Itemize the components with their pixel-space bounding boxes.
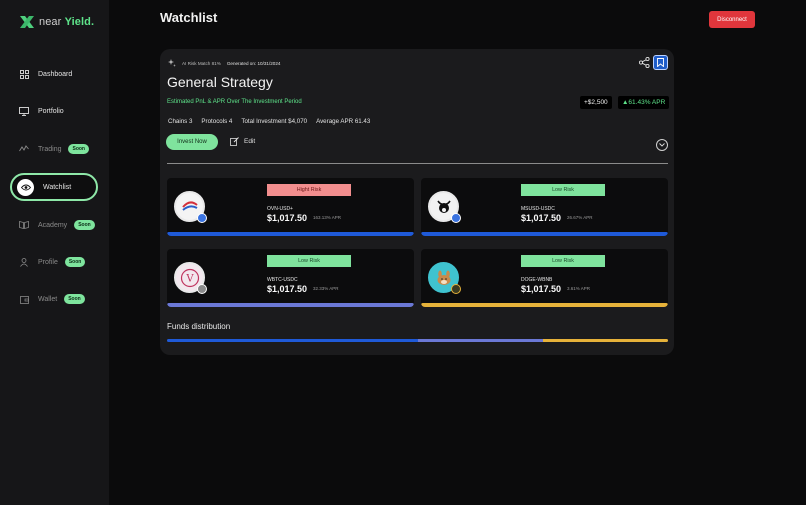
chains-stat: Chains 3: [168, 118, 193, 125]
soon-badge: Soon: [64, 257, 86, 267]
edit-label: Edit: [244, 138, 256, 145]
soon-badge: Soon: [64, 294, 85, 304]
pool-amount: $1,017.50: [521, 284, 562, 294]
funds-distribution-bar: [167, 339, 668, 342]
pool-allocation-bar: [421, 232, 668, 236]
chain-badge-icon: [451, 213, 461, 223]
strategy-stats: Chains 3 Protocols 4 Total Investment $4…: [168, 118, 370, 125]
funds-segment: [167, 339, 418, 342]
chevron-down-icon[interactable]: [656, 139, 668, 151]
risk-badge: Hight Risk: [267, 184, 351, 196]
chain-badge-icon: [197, 213, 207, 223]
avg-apr-stat: Average APR 61.43: [316, 118, 371, 125]
risk-badge: Low Risk: [521, 255, 605, 267]
sidebar-item-label: Wallet: [38, 295, 58, 303]
protocols-stat: Protocols 4: [201, 118, 233, 125]
sidebar-item-academy[interactable]: Academy Soon: [10, 211, 98, 239]
soon-badge: Soon: [74, 220, 95, 230]
investment-stat: Total Investment $4,070: [241, 118, 308, 125]
strategy-title: General Strategy: [167, 74, 273, 90]
user-icon: [19, 257, 29, 267]
risk-badge: Low Risk: [521, 184, 605, 196]
pool-pair: MSUSD-USDC: [521, 206, 555, 212]
wallet-icon: [19, 294, 29, 304]
sidebar-item-label: Watchlist: [43, 183, 72, 191]
pool-amount: $1,017.50: [267, 213, 308, 223]
pool-card[interactable]: Low Risk MSUSD-USDC $1,017.50 26.67% APR: [421, 178, 668, 236]
pool-card[interactable]: Low Risk DOGE-WBNB $1,017.50 3.61% APR: [421, 249, 668, 307]
sidebar-item-label: Academy: [38, 221, 68, 229]
apr-value: ▲61.43% APR: [618, 96, 670, 109]
card-meta: AI Risk Match 81% Generated on: 10/31/20…: [168, 59, 280, 67]
monitor-icon: [19, 106, 29, 116]
soon-badge: Soon: [68, 144, 89, 154]
pool-amount: $1,017.50: [521, 213, 562, 223]
svg-text:V: V: [185, 273, 194, 284]
eye-icon: [17, 178, 34, 196]
pool-apr: 26.67% APR: [567, 215, 593, 220]
sidebar-item-dashboard[interactable]: Dashboard: [10, 60, 98, 88]
bookmark-icon[interactable]: [653, 55, 668, 70]
sidebar-item-label: Trading: [38, 145, 62, 153]
sidebar: near Yield. Dashboard Portfolio Trading …: [0, 0, 109, 505]
pool-pair: WBTC-USDC: [267, 277, 298, 283]
funds-segment: [417, 339, 543, 342]
funds-segment: [542, 339, 668, 342]
pool-card[interactable]: V Low Risk WBTC-USDC $1,017.50 32.33% AP…: [167, 249, 414, 307]
invest-now-button[interactable]: Invest Now: [166, 134, 218, 150]
logo-mark-icon: [20, 16, 34, 28]
pool-allocation-bar: [167, 303, 414, 307]
sidebar-item-trading[interactable]: Trading Soon: [10, 135, 98, 163]
pnl-value: +$2,500: [580, 96, 612, 109]
sidebar-item-label: Profile: [38, 258, 58, 266]
sparkle-icon: [168, 59, 176, 67]
sidebar-item-wallet[interactable]: Wallet Soon: [10, 285, 98, 313]
risk-badge: Low Risk: [267, 255, 351, 267]
pool-pair: DOGE-WBNB: [521, 277, 553, 283]
generated-date: Generated on: 10/31/2024: [226, 60, 281, 66]
pool-allocation-bar: [167, 232, 414, 236]
sidebar-item-profile[interactable]: Profile Soon: [10, 248, 98, 276]
chain-badge-icon: [197, 284, 207, 294]
page-title: Watchlist: [160, 10, 218, 25]
pool-allocation-bar: [421, 303, 668, 307]
book-icon: [19, 220, 29, 230]
sidebar-item-watchlist[interactable]: Watchlist: [10, 173, 98, 201]
pencil-icon: [230, 137, 239, 146]
pool-apr: 32.33% APR: [313, 286, 339, 291]
trading-icon: [19, 144, 29, 154]
divider: [167, 163, 668, 164]
pool-card[interactable]: Hight Risk OVN-USD+ $1,017.50 163.13% AP…: [167, 178, 414, 236]
chain-badge-icon: [451, 284, 461, 294]
brand-name: near Yield.: [39, 16, 95, 28]
brand-logo[interactable]: near Yield.: [19, 15, 94, 29]
sidebar-item-label: Dashboard: [38, 70, 73, 78]
pnl-caption: Estimated PnL & APR Over The Investment …: [167, 99, 302, 105]
pool-amount: $1,017.50: [267, 284, 308, 294]
risk-match-label: AI Risk Match 81%: [182, 60, 221, 66]
funds-distribution-label: Funds distribution: [167, 322, 231, 331]
share-icon[interactable]: [639, 57, 650, 68]
pool-apr: 3.61% APR: [567, 286, 591, 291]
edit-button[interactable]: Edit: [230, 137, 255, 146]
pool-pair: OVN-USD+: [267, 206, 293, 212]
sidebar-item-label: Portfolio: [38, 107, 64, 115]
pool-apr: 163.13% APR: [313, 215, 342, 220]
grid-icon: [19, 69, 29, 79]
sidebar-item-portfolio[interactable]: Portfolio: [10, 97, 98, 125]
strategy-card: AI Risk Match 81% Generated on: 10/31/20…: [160, 49, 674, 355]
disconnect-button[interactable]: Disconnect: [709, 11, 755, 28]
